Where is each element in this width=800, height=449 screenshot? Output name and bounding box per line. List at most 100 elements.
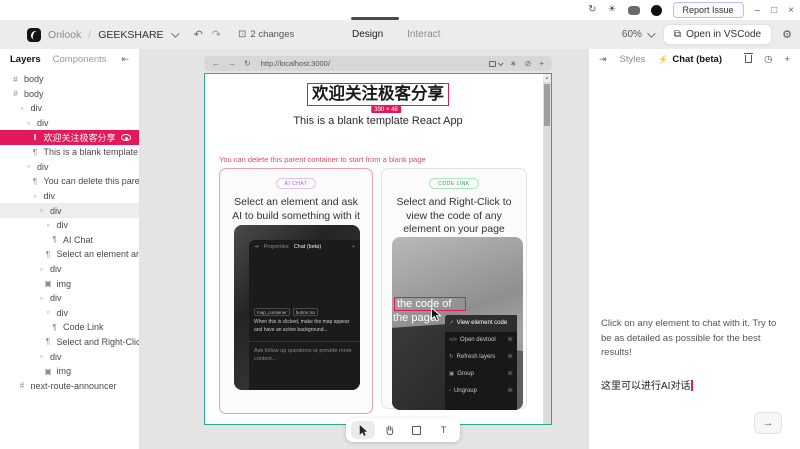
- maximize-icon[interactable]: □: [771, 5, 777, 16]
- layer-row[interactable]: ¶ Code Link: [0, 320, 139, 335]
- text-icon: ¶: [32, 176, 38, 186]
- layer-row[interactable]: ¶ Select and Right-Click...: [0, 335, 139, 350]
- vscode-icon: ⧉: [673, 29, 682, 40]
- trash-icon[interactable]: [744, 53, 754, 63]
- zoom-level: 60%: [621, 29, 642, 40]
- layer-row-selected[interactable]: ‖ 欢迎关注极客分享: [0, 130, 139, 145]
- collapse-panel-icon[interactable]: ⇥: [599, 54, 607, 65]
- back-icon[interactable]: ←: [212, 59, 220, 68]
- layer-label: Select an element and...: [56, 249, 140, 260]
- layer-row[interactable]: ▫ div: [0, 189, 139, 204]
- zoom-control[interactable]: 60%: [621, 28, 656, 40]
- layer-row[interactable]: ▫ div: [0, 116, 139, 131]
- minimize-icon[interactable]: –: [755, 5, 761, 16]
- div-icon: ▫: [46, 220, 50, 230]
- forward-icon[interactable]: →: [228, 59, 236, 68]
- eye-icon[interactable]: [121, 134, 131, 142]
- layer-label: 欢迎关注极客分享: [43, 133, 116, 144]
- tab-design[interactable]: Design: [352, 29, 383, 40]
- sparkle-icon[interactable]: ∗: [510, 59, 517, 68]
- layer-row[interactable]: ▫ div: [0, 101, 139, 116]
- layer-row[interactable]: ▫ div: [0, 160, 139, 175]
- delete-hint-text[interactable]: You can delete this parent container to …: [219, 155, 426, 164]
- menu-item-refresh-layers[interactable]: ↻ Refresh layers ⌘: [445, 349, 517, 366]
- layer-label: This is a blank template R...: [43, 147, 140, 158]
- text-tool[interactable]: T: [432, 421, 456, 439]
- layer-row[interactable]: ▣ img: [0, 364, 139, 379]
- menu-item-open-devtool[interactable]: </> Open devtool ⌘: [445, 332, 517, 349]
- scrollbar-thumb[interactable]: [544, 84, 550, 126]
- layer-row[interactable]: ▫ div: [0, 262, 139, 277]
- menu-item-group[interactable]: ▣ Group ⌘: [445, 365, 517, 382]
- layer-label: div: [56, 307, 69, 318]
- tab-components[interactable]: Components: [53, 54, 107, 65]
- app-subtitle[interactable]: This is a blank template React App: [205, 115, 551, 127]
- redo-icon[interactable]: ↷: [212, 28, 221, 41]
- div-icon: ▫: [46, 308, 50, 318]
- onlook-logo[interactable]: [27, 27, 41, 42]
- layer-row[interactable]: ¶ This is a blank template R...: [0, 145, 139, 160]
- report-issue-button[interactable]: Report Issue: [672, 2, 744, 18]
- history-icon[interactable]: ◷: [764, 54, 772, 65]
- collapse-panel-icon[interactable]: ⇤: [121, 54, 129, 65]
- new-chat-icon[interactable]: +: [784, 54, 790, 65]
- layer-row[interactable]: ¶ AI Chat: [0, 233, 139, 248]
- layer-row[interactable]: # next-route-announcer: [0, 378, 139, 393]
- layer-row[interactable]: ▣ img: [0, 276, 139, 291]
- disable-icon[interactable]: ⊘: [525, 59, 532, 68]
- device-select-icon[interactable]: [488, 59, 504, 67]
- preview-frame[interactable]: 欢迎关注极客分享 390 × 48 This is a blank templa…: [204, 73, 552, 425]
- layer-row-highlighted[interactable]: ▫ div: [0, 203, 139, 218]
- menu-item-ungroup[interactable]: ▫ Ungroup ⌘: [445, 382, 517, 399]
- frame-scrollbar[interactable]: ▴: [543, 74, 551, 424]
- sync-icon[interactable]: ↻: [588, 5, 596, 15]
- url-field[interactable]: http://localhost:3000/: [261, 59, 330, 68]
- changes-status[interactable]: ⊡ 2 changes: [238, 29, 294, 40]
- external-link-icon: ↗: [449, 320, 454, 327]
- pan-tool[interactable]: [378, 421, 402, 439]
- layer-row[interactable]: ▫ div: [0, 349, 139, 364]
- layer-label: img: [56, 278, 72, 289]
- layer-label: div: [50, 264, 62, 275]
- layer-row[interactable]: ▫ div: [0, 306, 139, 321]
- open-in-vscode-button[interactable]: ⧉ Open in VSCode: [662, 24, 773, 45]
- layer-row[interactable]: # body: [0, 72, 139, 87]
- select-tool[interactable]: [350, 421, 375, 439]
- chevron-down-icon[interactable]: [170, 28, 180, 38]
- design-canvas[interactable]: ← → ↻ http://localhost:3000/ ∗ ⊘ + 欢迎关注极…: [140, 43, 588, 449]
- layer-row[interactable]: ▫ div: [0, 291, 139, 306]
- theme-icon[interactable]: ☀: [608, 5, 617, 15]
- layer-row[interactable]: ¶ You can delete this paren...: [0, 174, 139, 189]
- discord-icon[interactable]: [627, 5, 640, 15]
- layer-row[interactable]: ¶ Select an element and...: [0, 247, 139, 262]
- code-link-card[interactable]: CODE LINK Select and Right-Click to view…: [381, 168, 527, 410]
- breadcrumb-separator: /: [88, 28, 92, 41]
- tab-layers[interactable]: Layers: [10, 54, 41, 65]
- github-icon[interactable]: [650, 4, 662, 16]
- layer-row[interactable]: # body: [0, 87, 139, 102]
- mini-chat-message: When this is clicked, make the map appea…: [254, 319, 350, 333]
- chat-helper-text: Click on any element to chat with it. Tr…: [601, 318, 777, 359]
- layer-label: Select and Right-Click...: [56, 336, 140, 347]
- add-frame-icon[interactable]: +: [539, 59, 544, 68]
- layer-row[interactable]: ▫ div: [0, 218, 139, 233]
- tab-interact[interactable]: Interact: [407, 29, 440, 40]
- close-icon[interactable]: ×: [788, 5, 794, 16]
- ai-chat-card[interactable]: AI CHAT Select an element and ask AI to …: [219, 168, 373, 414]
- group-icon: ▣: [449, 370, 455, 377]
- tab-styles[interactable]: Styles: [620, 54, 646, 65]
- scroll-up-icon[interactable]: ▴: [543, 74, 551, 82]
- chat-panel: ⇥ Styles ⚡ Chat (beta) ◷ + Click on any …: [588, 49, 800, 449]
- chat-input[interactable]: 这里可以进行AI对话: [601, 377, 693, 392]
- project-name[interactable]: GEEKSHARE: [98, 29, 163, 41]
- reload-icon[interactable]: ↻: [244, 59, 251, 68]
- app-heading[interactable]: 欢迎关注极客分享: [307, 83, 449, 106]
- image-icon: ▣: [44, 279, 52, 289]
- gear-icon[interactable]: ⚙: [782, 28, 792, 41]
- undo-icon[interactable]: ↶: [194, 28, 203, 41]
- rectangle-tool[interactable]: [405, 421, 429, 439]
- send-button[interactable]: →: [754, 412, 782, 434]
- tab-chat[interactable]: ⚡ Chat (beta): [658, 54, 722, 65]
- menu-item-view-element-code[interactable]: ↗ View element code: [445, 315, 517, 332]
- ai-chat-card-title: Select an element and ask AI to build so…: [232, 196, 360, 222]
